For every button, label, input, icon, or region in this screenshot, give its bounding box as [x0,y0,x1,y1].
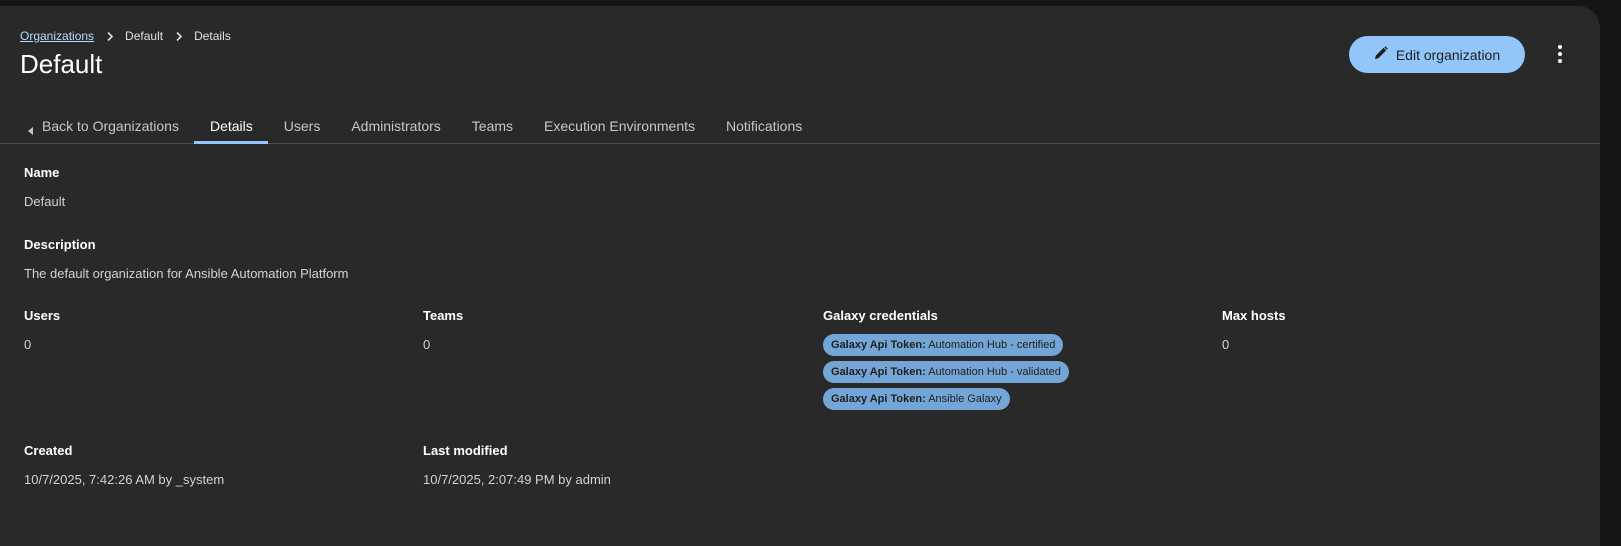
detail-description-label: Description [24,237,96,252]
detail-users-value: 0 [24,337,32,352]
detail-teams: Teams 0 [423,308,463,352]
detail-teams-value: 0 [423,337,431,352]
chevron-right-icon [107,31,114,41]
chip-name: Automation Hub - certified [928,339,1056,351]
tab-back-label: Back to Organizations [42,118,179,134]
detail-max-hosts: Max hosts 0 [1222,308,1286,352]
breadcrumb-organizations-link[interactable]: Organizations [20,29,94,43]
detail-name: Name Default [24,165,65,209]
detail-created-label: Created [24,443,73,458]
detail-last-modified-value: 10/7/2025, 2:07:49 PM by admin [423,472,611,487]
chip-name: Ansible Galaxy [928,393,1002,405]
detail-last-modified: Last modified 10/7/2025, 2:07:49 PM by a… [423,443,611,487]
detail-galaxy-label: Galaxy credentials [823,308,938,323]
main-panel: Organizations Default Details Default Ed… [0,6,1600,546]
galaxy-credential-chip[interactable]: Galaxy Api Token: Automation Hub - certi… [823,334,1064,356]
edit-organization-label: Edit organization [1395,46,1501,63]
tab-back-to-organizations[interactable]: Back to Organizations [15,103,194,143]
breadcrumb-default[interactable]: Default [125,29,163,43]
detail-max-hosts-label: Max hosts [1222,308,1286,323]
breadcrumb-current: Details [194,29,231,43]
caret-left-icon [28,122,33,138]
detail-last-modified-label: Last modified [423,443,508,458]
chevron-right-icon [176,31,183,41]
chip-prefix: Galaxy Api Token: [831,366,926,378]
chip-prefix: Galaxy Api Token: [831,339,926,351]
chip-prefix: Galaxy Api Token: [831,393,926,405]
kebab-menu-icon[interactable] [1550,42,1570,66]
page-title: Default [20,49,103,79]
pencil-icon [1374,46,1388,63]
detail-created-value: 10/7/2025, 7:42:26 AM by _system [24,472,225,487]
detail-created: Created 10/7/2025, 7:42:26 AM by _system [24,443,224,487]
detail-description: Description The default organization for… [24,237,348,281]
detail-users: Users 0 [24,308,60,352]
galaxy-credential-chip[interactable]: Galaxy Api Token: Ansible Galaxy [823,388,1010,410]
tab-administrators[interactable]: Administrators [335,103,455,143]
detail-description-value: The default organization for Ansible Aut… [24,266,349,281]
chip-name: Automation Hub - validated [928,366,1061,378]
detail-name-label: Name [24,165,60,180]
galaxy-credential-chip[interactable]: Galaxy Api Token: Automation Hub - valid… [823,361,1069,383]
edit-organization-button[interactable]: Edit organization [1349,36,1525,73]
detail-max-hosts-value: 0 [1222,337,1230,352]
galaxy-credentials-list: Galaxy Api Token: Automation Hub - certi… [823,334,1069,410]
detail-teams-label: Teams [423,308,464,323]
tab-execution-environments[interactable]: Execution Environments [528,103,710,143]
tab-users[interactable]: Users [268,103,336,143]
tab-details[interactable]: Details [193,103,268,144]
tab-notifications[interactable]: Notifications [710,103,817,143]
detail-users-label: Users [24,308,61,323]
breadcrumb: Organizations Default Details [20,29,231,43]
detail-name-value: Default [24,194,66,209]
detail-galaxy-credentials: Galaxy credentials Galaxy Api Token: Aut… [823,308,1069,410]
tab-teams[interactable]: Teams [456,103,528,143]
tab-bar: Back to Organizations Details Users Admi… [0,103,1600,144]
